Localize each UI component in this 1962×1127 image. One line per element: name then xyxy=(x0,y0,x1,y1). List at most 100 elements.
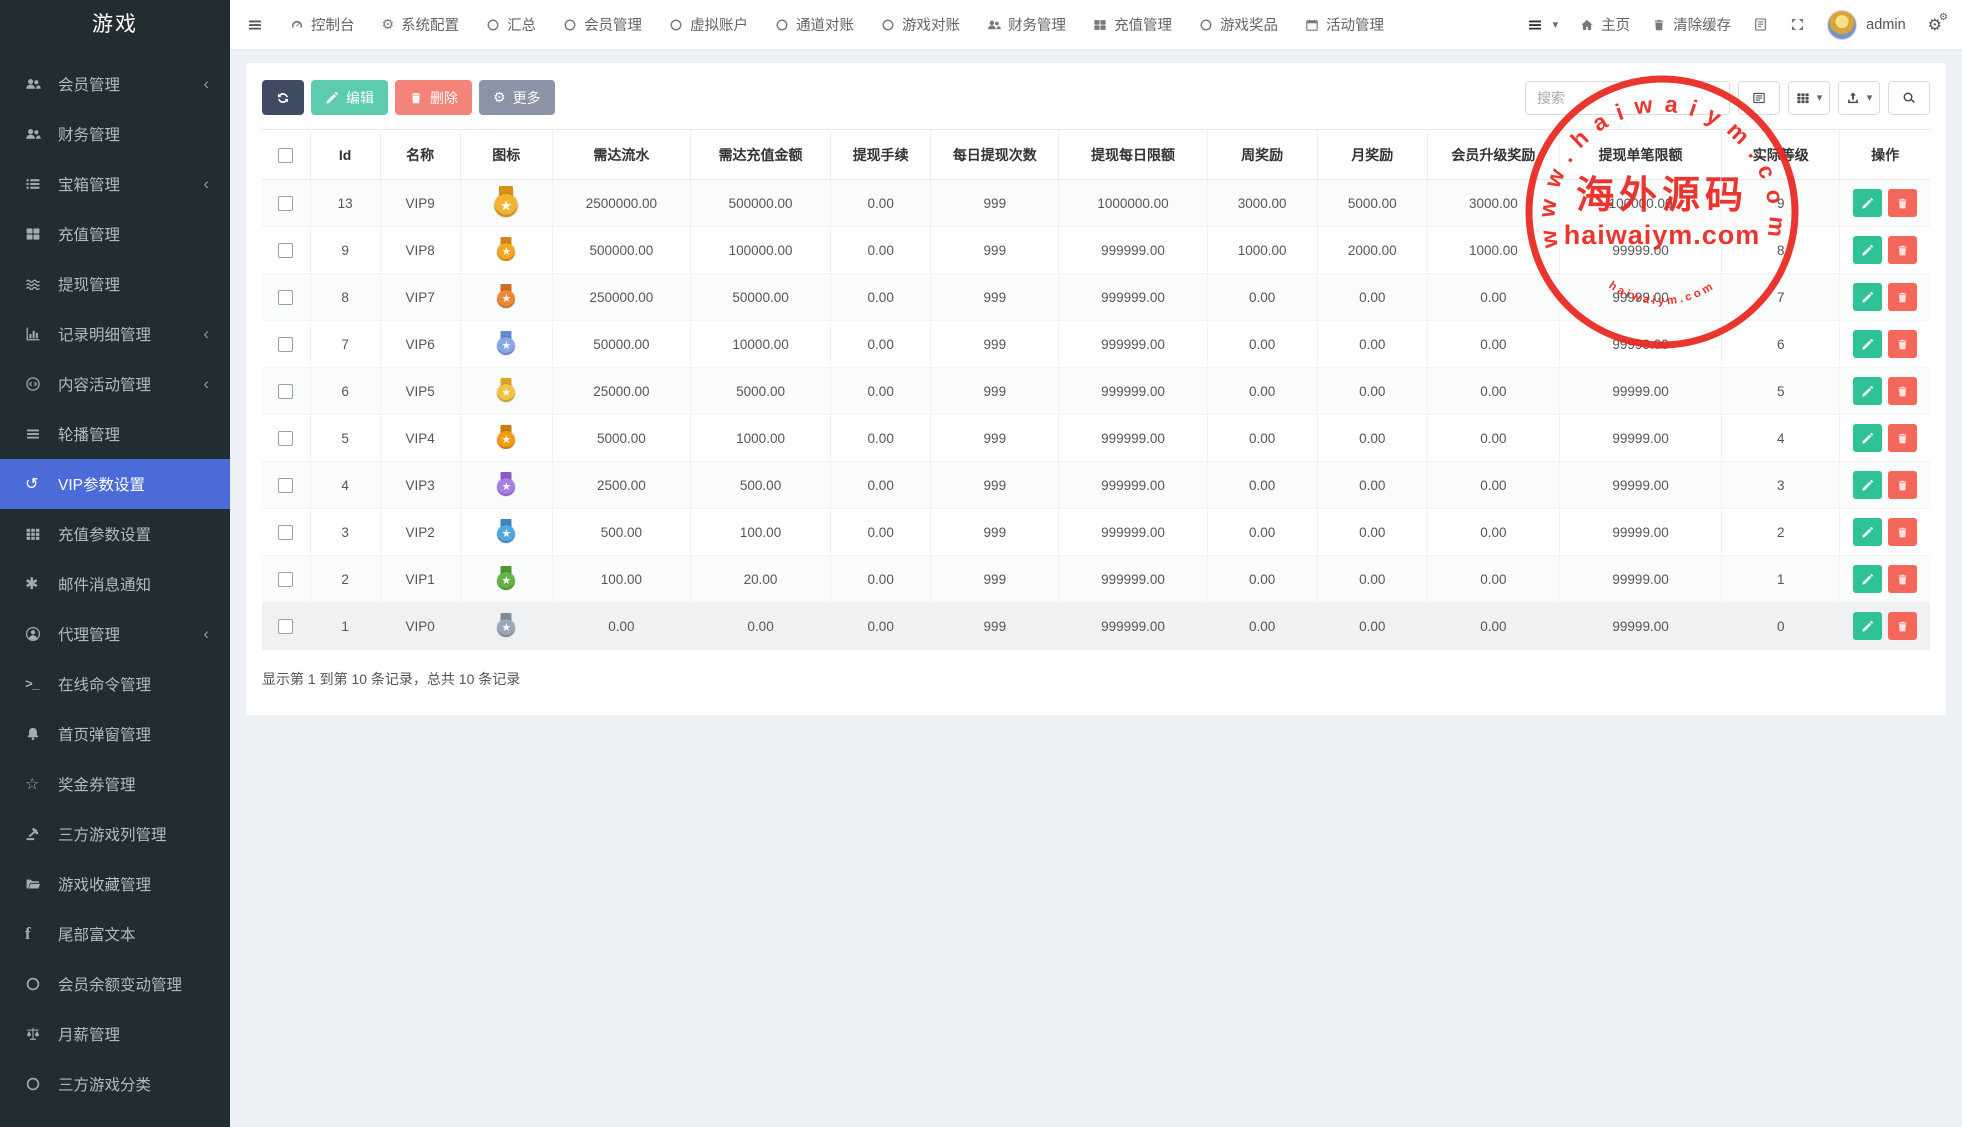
sidebar-item-三方游戏列管理[interactable]: 三方游戏列管理 xyxy=(0,809,230,859)
row-edit-button[interactable] xyxy=(1853,283,1882,311)
row-select-cell xyxy=(262,180,310,227)
sidebar-item-在线命令管理[interactable]: >_在线命令管理 xyxy=(0,659,230,709)
sidebar-item-尾部富文本[interactable]: f尾部富文本 xyxy=(0,909,230,959)
sidebar-item-月薪管理[interactable]: 月薪管理 xyxy=(0,1009,230,1059)
table-row[interactable]: 7VIP6★50000.0010000.000.00999999999.000.… xyxy=(262,321,1930,368)
sidebar-toggle-menu-icon[interactable] xyxy=(247,17,263,33)
cell-value: 0.00 xyxy=(1317,509,1427,556)
sidebar-item-三方游戏分类[interactable]: 三方游戏分类 xyxy=(0,1059,230,1109)
row-edit-button[interactable] xyxy=(1853,330,1882,358)
docs-button[interactable] xyxy=(1753,17,1768,32)
sidebar-item-提现管理[interactable]: 提现管理 xyxy=(0,259,230,309)
sidebar-item-会员管理[interactable]: 会员管理‹ xyxy=(0,59,230,109)
table-row[interactable]: 9VIP8★500000.00100000.000.00999999999.00… xyxy=(262,227,1930,274)
cell-value: 100000.00 xyxy=(1559,180,1721,227)
refresh-button[interactable] xyxy=(262,80,304,115)
row-delete-button[interactable] xyxy=(1888,471,1917,499)
row-checkbox[interactable] xyxy=(278,290,293,305)
column-header: 需达流水 xyxy=(552,130,690,180)
row-checkbox[interactable] xyxy=(278,525,293,540)
detail-view-button[interactable] xyxy=(1738,81,1780,115)
sidebar-item-记录明细管理[interactable]: 记录明细管理‹ xyxy=(0,309,230,359)
row-delete-button[interactable] xyxy=(1888,518,1917,546)
row-delete-button[interactable] xyxy=(1888,565,1917,593)
row-delete-button[interactable] xyxy=(1888,612,1917,640)
row-edit-button[interactable] xyxy=(1853,518,1882,546)
sidebar-item-充值管理[interactable]: 充值管理 xyxy=(0,209,230,259)
columns-button[interactable]: ▾ xyxy=(1788,81,1830,115)
search-button[interactable] xyxy=(1888,81,1930,115)
sidebar-item-奖金券管理[interactable]: ☆奖金券管理 xyxy=(0,759,230,809)
nav-item-通道对账[interactable]: 通道对账 xyxy=(775,14,854,35)
table-row[interactable]: 4VIP3★2500.00500.000.00999999999.000.000… xyxy=(262,462,1930,509)
sidebar-item-充值参数设置[interactable]: 充值参数设置 xyxy=(0,509,230,559)
nav-item-游戏奖品[interactable]: 游戏奖品 xyxy=(1199,14,1278,35)
row-checkbox[interactable] xyxy=(278,337,293,352)
row-checkbox[interactable] xyxy=(278,384,293,399)
row-checkbox[interactable] xyxy=(278,431,293,446)
nav-item-充值管理[interactable]: 充值管理 xyxy=(1093,14,1172,35)
sidebar-item-首页弹窗管理[interactable]: 首页弹窗管理 xyxy=(0,709,230,759)
select-all-checkbox[interactable] xyxy=(278,148,293,163)
row-edit-button[interactable] xyxy=(1853,565,1882,593)
row-edit-button[interactable] xyxy=(1853,612,1882,640)
row-delete-button[interactable] xyxy=(1888,283,1917,311)
clear-cache-button[interactable]: 清除缓存 xyxy=(1652,14,1731,35)
sidebar-item-VIP参数设置[interactable]: ↺VIP参数设置 xyxy=(0,459,230,509)
table-row[interactable]: 3VIP2★500.00100.000.00999999999.000.000.… xyxy=(262,509,1930,556)
settings-cogs-icon[interactable]: ⚙⚙ xyxy=(1928,15,1942,35)
trash-icon xyxy=(1896,385,1909,398)
sidebar-item-财务管理[interactable]: 财务管理 xyxy=(0,109,230,159)
row-edit-button[interactable] xyxy=(1853,471,1882,499)
home-button[interactable]: 主页 xyxy=(1580,14,1630,35)
sidebar-item-轮播管理[interactable]: 轮播管理 xyxy=(0,409,230,459)
row-checkbox[interactable] xyxy=(278,243,293,258)
row-checkbox[interactable] xyxy=(278,572,293,587)
table-row[interactable]: 13VIP9★2500000.00500000.000.009991000000… xyxy=(262,180,1930,227)
row-edit-button[interactable] xyxy=(1853,377,1882,405)
sidebar-item-游戏收藏管理[interactable]: 游戏收藏管理 xyxy=(0,859,230,909)
row-delete-button[interactable] xyxy=(1888,330,1917,358)
row-checkbox[interactable] xyxy=(278,619,293,634)
row-edit-button[interactable] xyxy=(1853,236,1882,264)
sidebar-item-宝箱管理[interactable]: 宝箱管理‹ xyxy=(0,159,230,209)
sidebar-item-代理管理[interactable]: 代理管理‹ xyxy=(0,609,230,659)
sidebar-item-邮件消息通知[interactable]: ✱邮件消息通知 xyxy=(0,559,230,609)
sidebar-item-会员余额变动管理[interactable]: 会员余额变动管理 xyxy=(0,959,230,1009)
cell-value: 100000.00 xyxy=(690,227,830,274)
sidebar-item-内容活动管理[interactable]: 内容活动管理‹ xyxy=(0,359,230,409)
nav-item-会员管理[interactable]: 会员管理 xyxy=(563,14,642,35)
row-delete-button[interactable] xyxy=(1888,189,1917,217)
row-delete-button[interactable] xyxy=(1888,424,1917,452)
export-button[interactable]: ▾ xyxy=(1838,81,1880,115)
nav-item-活动管理[interactable]: 活动管理 xyxy=(1305,14,1384,35)
more-button[interactable]: ⚙ 更多 xyxy=(479,80,555,115)
row-delete-button[interactable] xyxy=(1888,377,1917,405)
row-edit-button[interactable] xyxy=(1853,424,1882,452)
table-row[interactable]: 5VIP4★5000.001000.000.00999999999.000.00… xyxy=(262,415,1930,462)
edit-button[interactable]: 编辑 xyxy=(311,80,388,115)
table-row[interactable]: 8VIP7★250000.0050000.000.00999999999.000… xyxy=(262,274,1930,321)
nav-item-汇总[interactable]: 汇总 xyxy=(486,14,536,35)
nav-item-财务管理[interactable]: 财务管理 xyxy=(987,14,1066,35)
table-row[interactable]: 6VIP5★25000.005000.000.00999999999.000.0… xyxy=(262,368,1930,415)
nav-item-游戏对账[interactable]: 游戏对账 xyxy=(881,14,960,35)
cell-value: 0.00 xyxy=(1427,321,1559,368)
row-delete-button[interactable] xyxy=(1888,236,1917,264)
edit-button-label: 编辑 xyxy=(346,88,374,108)
search-input[interactable] xyxy=(1525,81,1730,115)
nav-item-控制台[interactable]: 控制台 xyxy=(290,14,355,35)
quick-menu-dropdown[interactable]: ▾ xyxy=(1527,17,1559,33)
nav-item-虚拟账户[interactable]: 虚拟账户 xyxy=(669,14,748,35)
cell-value: 7 xyxy=(1722,274,1840,321)
delete-button[interactable]: 删除 xyxy=(395,80,472,115)
medal-icon: ★ xyxy=(491,185,522,220)
table-row[interactable]: 2VIP1★100.0020.000.00999999999.000.000.0… xyxy=(262,556,1930,603)
row-edit-button[interactable] xyxy=(1853,189,1882,217)
row-checkbox[interactable] xyxy=(278,478,293,493)
user-menu[interactable]: admin xyxy=(1827,10,1906,40)
table-row[interactable]: 1VIP0★0.000.000.00999999999.000.000.000.… xyxy=(262,603,1930,650)
nav-item-系统配置[interactable]: ⚙系统配置 xyxy=(382,14,460,35)
row-checkbox[interactable] xyxy=(278,196,293,211)
fullscreen-button[interactable] xyxy=(1790,17,1805,32)
